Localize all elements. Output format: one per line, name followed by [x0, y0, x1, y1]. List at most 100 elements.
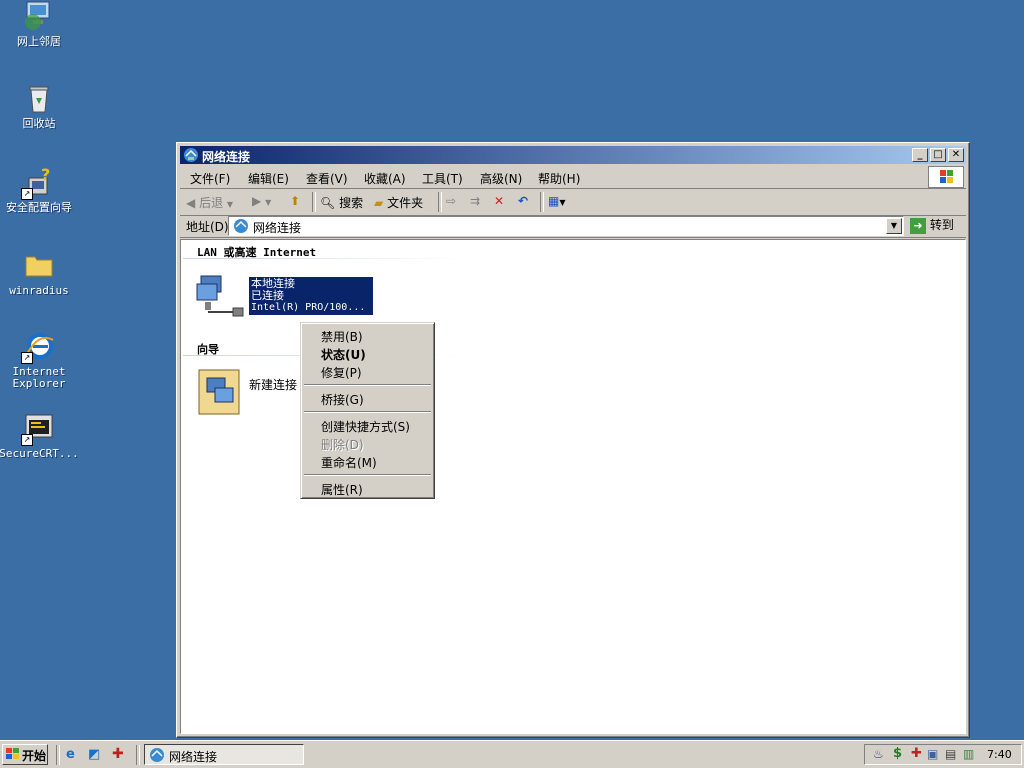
- svg-text:?: ?: [41, 166, 50, 184]
- shortcut-arrow-icon: ↗: [21, 188, 33, 200]
- folder-icon: [23, 249, 55, 281]
- new-connection-label: 新建连接: [249, 378, 298, 392]
- menu-advanced[interactable]: 高级(N): [480, 170, 522, 187]
- taskbar-button-label: 网络连接: [169, 750, 218, 764]
- folder-icon: ▰: [374, 196, 384, 210]
- chevron-down-icon: ▼: [559, 198, 566, 207]
- back-arrow-icon: ◀: [186, 196, 196, 210]
- menu-item-bridge[interactable]: 桥接(G): [321, 391, 364, 408]
- taskbar-button-network-connections[interactable]: 网络连接: [144, 744, 304, 765]
- forward-arrow-icon: ▶: [252, 194, 262, 208]
- menu-item-properties[interactable]: 属性(R): [321, 481, 363, 498]
- views-button[interactable]: ▦▼: [548, 194, 566, 208]
- menu-item-rename[interactable]: 重命名(M): [321, 454, 377, 471]
- connection-device: Intel(R) PRO/100...: [251, 302, 366, 313]
- toolbar-separator: [438, 192, 442, 212]
- tray-red-app-icon[interactable]: ✚: [911, 746, 922, 761]
- shortcut-arrow-icon: ↗: [21, 434, 33, 446]
- desktop-icon-label: 回收站: [22, 117, 56, 130]
- taskbar-separator: [136, 745, 140, 765]
- quicklaunch-explorer-icon[interactable]: ◩: [88, 747, 100, 762]
- tray-connection-icon[interactable]: ▥: [963, 747, 974, 761]
- tray-app-icon[interactable]: ♨: [873, 747, 884, 761]
- folders-button[interactable]: ▰ 文件夹: [374, 194, 423, 211]
- desktop-icon-winradius[interactable]: winradius: [0, 249, 79, 297]
- address-dropdown-icon[interactable]: ▼: [886, 218, 902, 234]
- network-connections-window: 网络连接 _ □ ✕ 文件(F) 编辑(E) 查看(V) 收藏(A) 工具(T)…: [176, 142, 970, 738]
- menu-favorites[interactable]: 收藏(A): [364, 170, 406, 187]
- toolbar-separator: [312, 192, 316, 212]
- search-icon: 🔍︎: [320, 196, 336, 210]
- menu-tools[interactable]: 工具(T): [422, 170, 463, 187]
- menu-item-status[interactable]: 状态(U): [321, 346, 366, 363]
- desktop-icon-securecrt[interactable]: ↗ SecureCRT...: [0, 412, 79, 460]
- content-pane: LAN 或高速 Internet 本地连接 已连接 Intel(R) PRO/1…: [180, 239, 966, 734]
- menu-view[interactable]: 查看(V): [306, 170, 348, 187]
- recycle-bin-icon: [23, 82, 55, 114]
- forward-button[interactable]: ▶ ▼: [252, 194, 271, 208]
- folders-label: 文件夹: [387, 196, 424, 210]
- windows-logo-icon: [928, 166, 964, 188]
- taskbar: 开始 e ◩ ✚ 网络连接 ♨ $ ✚ ▣ ▤ ▥ 7:40: [0, 740, 1024, 768]
- network-places-icon: [23, 0, 55, 32]
- tray-network-icon[interactable]: ▣: [927, 747, 938, 761]
- address-input[interactable]: 网络连接 ▼: [228, 216, 904, 236]
- search-label: 搜索: [339, 196, 364, 210]
- quicklaunch-ie-icon[interactable]: e: [66, 747, 75, 762]
- go-arrow-icon: ➜: [910, 218, 926, 234]
- maximize-button[interactable]: □: [930, 148, 946, 162]
- delete-icon[interactable]: ✕: [494, 194, 504, 208]
- start-button[interactable]: 开始: [2, 744, 48, 765]
- new-connection-wizard-icon: [197, 368, 245, 421]
- tray-vm-icon[interactable]: ▤: [945, 747, 956, 761]
- desktop-icon-network-places[interactable]: 网上邻居: [0, 0, 79, 48]
- securecrt-icon: ↗: [21, 412, 55, 446]
- internet-explorer-icon: ↗: [21, 330, 55, 364]
- desktop-icon-label: winradius: [9, 284, 69, 297]
- back-button[interactable]: ◀ 后退 ▼: [186, 194, 233, 211]
- menu-file[interactable]: 文件(F): [190, 170, 230, 187]
- address-bar: 地址(D) 网络连接 ▼ ➜ 转到: [180, 215, 966, 238]
- clock[interactable]: 7:40: [987, 748, 1012, 761]
- toolbar: ◀ 后退 ▼ ▶ ▼ ⬆ 🔍︎ 搜索 ▰ 文件夹 ⇨ ⇉ ✕ ↶ ▦▼: [180, 189, 966, 216]
- go-button[interactable]: ➜ 转到: [910, 216, 954, 234]
- undo-icon[interactable]: ↶: [518, 194, 528, 208]
- desktop-icon-internet-explorer[interactable]: ↗ Internet Explorer: [0, 330, 79, 390]
- menu-separator: [304, 411, 431, 413]
- copy-to-icon[interactable]: ⇉: [470, 194, 480, 208]
- menu-edit[interactable]: 编辑(E): [248, 170, 289, 187]
- menu-bar: 文件(F) 编辑(E) 查看(V) 收藏(A) 工具(T) 高级(N) 帮助(H…: [180, 166, 966, 189]
- menu-item-delete: 删除(D): [321, 438, 364, 452]
- menu-help[interactable]: 帮助(H): [538, 170, 580, 187]
- security-wizard-icon: ? ↗: [21, 165, 55, 200]
- quicklaunch-app-icon[interactable]: ✚: [112, 746, 124, 762]
- menu-item-create-shortcut[interactable]: 创建快捷方式(S): [321, 418, 410, 435]
- move-to-icon[interactable]: ⇨: [446, 194, 456, 208]
- menu-item-repair[interactable]: 修复(P): [321, 364, 362, 381]
- desktop-icon-security-wizard[interactable]: ? ↗ 安全配置向导: [0, 165, 79, 214]
- up-folder-icon[interactable]: ⬆: [290, 194, 300, 208]
- lan-connection-icon: [195, 272, 247, 323]
- minimize-button[interactable]: _: [912, 148, 928, 162]
- menu-separator: [304, 384, 431, 386]
- search-button[interactable]: 🔍︎ 搜索: [320, 194, 363, 211]
- back-label: 后退: [199, 196, 224, 210]
- toolbar-separator: [540, 192, 544, 212]
- connection-label-selected: 本地连接 已连接 Intel(R) PRO/100...: [249, 277, 373, 315]
- network-connections-icon: [233, 218, 249, 237]
- chevron-down-icon: ▼: [265, 198, 272, 207]
- address-value: 网络连接: [253, 221, 302, 235]
- windows-logo-icon: [6, 748, 20, 763]
- tray-dollar-icon[interactable]: $: [893, 746, 902, 761]
- desktop-icon-label: Internet Explorer: [12, 365, 66, 390]
- views-icon: ▦: [548, 194, 560, 208]
- desktop-icon-label: SecureCRT...: [0, 447, 79, 460]
- desktop-icon-recycle-bin[interactable]: 回收站: [0, 82, 79, 130]
- close-button[interactable]: ✕: [948, 148, 964, 162]
- menu-item-disable[interactable]: 禁用(B): [321, 328, 363, 345]
- context-menu: 禁用(B) 状态(U) 修复(P) 桥接(G) 创建快捷方式(S) 删除(D) …: [300, 322, 435, 499]
- system-tray: ♨ $ ✚ ▣ ▤ ▥ 7:40: [864, 744, 1022, 765]
- menu-separator: [304, 474, 431, 476]
- address-label: 地址(D): [186, 220, 229, 234]
- title-bar[interactable]: 网络连接 _ □ ✕: [180, 146, 966, 164]
